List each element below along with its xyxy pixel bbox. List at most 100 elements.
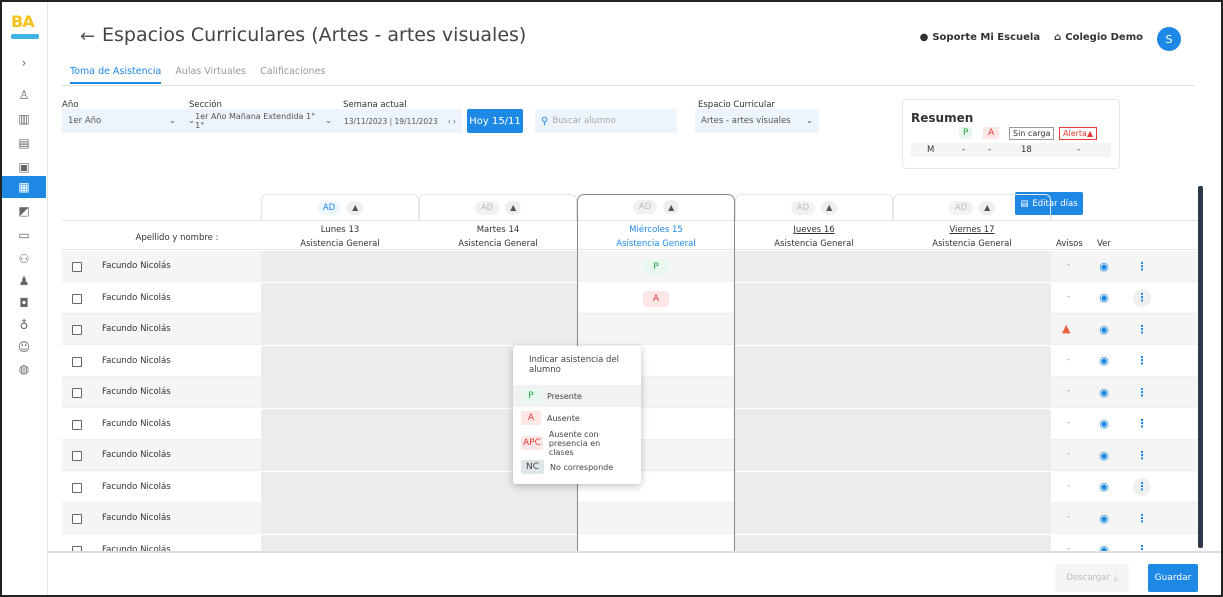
prev-week-icon[interactable]: ‹ xyxy=(448,117,451,126)
eye-icon[interactable]: ◉ xyxy=(1096,321,1112,337)
semana-select[interactable]: 13/11/2023 | 19/11/2023 ‹ › xyxy=(338,109,462,133)
row-checkbox[interactable] xyxy=(72,293,82,304)
globe-icon[interactable]: ◍ xyxy=(12,358,36,380)
clipboard-icon[interactable]: ▦ xyxy=(2,176,46,198)
stats-icon[interactable]: ▥ xyxy=(12,108,36,130)
id-card-icon[interactable]: ▣ xyxy=(12,156,36,178)
download-label: Descargar xyxy=(1066,573,1110,583)
next-week-icon[interactable]: › xyxy=(453,117,456,126)
school-link[interactable]: ⌂ Colegio Demo xyxy=(1054,32,1143,43)
apc-badge: APC xyxy=(521,436,543,450)
attendance-cell xyxy=(735,440,893,470)
ad-badge[interactable]: AD xyxy=(632,200,658,214)
eye-icon[interactable]: ◉ xyxy=(1096,479,1112,495)
back-arrow-icon[interactable]: ← xyxy=(80,26,95,47)
attendance-cell xyxy=(735,314,893,344)
more-options-icon[interactable]: ⋮ xyxy=(1133,415,1151,433)
expand-icon[interactable]: › xyxy=(12,52,36,74)
row-checkbox[interactable] xyxy=(72,356,82,367)
eye-icon[interactable]: ◉ xyxy=(1096,510,1112,526)
today-button[interactable]: Hoy 15/11 xyxy=(467,109,523,133)
lock-icon[interactable]: ▲ xyxy=(347,200,364,215)
eye-icon[interactable]: ◉ xyxy=(1096,384,1112,400)
eye-icon[interactable]: ◉ xyxy=(1096,447,1112,463)
attendance-cell xyxy=(261,503,419,533)
option-apc[interactable]: APC Ausente con presencia en clases xyxy=(513,430,641,457)
seccion-select[interactable]: ⌄ 1er Año Mañana Extendida 1° 1° ⌄ xyxy=(182,109,338,133)
ad-badge[interactable]: AD xyxy=(948,200,974,215)
attendance-cell[interactable]: P xyxy=(577,251,735,281)
warning-icon[interactable]: ▲ xyxy=(1062,322,1070,335)
ad-badge[interactable]: AD xyxy=(316,200,342,215)
eye-icon[interactable]: ◉ xyxy=(1096,290,1112,306)
chat-icon[interactable]: ▤ xyxy=(12,132,36,154)
lock-icon[interactable]: ▲ xyxy=(663,200,680,214)
anio-select[interactable]: 1er Año ⌄ xyxy=(62,109,182,133)
lock-icon[interactable]: ▲ xyxy=(821,200,838,215)
row-checkbox[interactable] xyxy=(72,325,82,335)
summary-alerta-header: Alerta▲ xyxy=(1059,127,1098,140)
user-link[interactable]: ● Soporte Mi Escuela xyxy=(920,32,1040,43)
option-ausente[interactable]: A Ausente xyxy=(513,407,641,429)
tab-calificaciones[interactable]: Calificaciones xyxy=(260,66,325,84)
attendance-cell[interactable] xyxy=(577,314,735,344)
more-options-icon[interactable]: ⋮ xyxy=(1133,320,1151,338)
ad-badge[interactable]: AD xyxy=(474,200,500,215)
more-options-icon[interactable]: ⋮ xyxy=(1133,352,1151,370)
vertical-scrollbar[interactable] xyxy=(1198,186,1203,548)
more-options-icon[interactable]: ⋮ xyxy=(1133,446,1151,464)
more-options-icon[interactable]: ⋮ xyxy=(1133,288,1151,307)
summary-a-value: - xyxy=(988,145,992,155)
logo[interactable]: BA xyxy=(11,12,39,42)
row-checkbox[interactable] xyxy=(72,388,82,398)
row-checkbox[interactable] xyxy=(72,482,82,493)
ad-badge[interactable]: AD xyxy=(790,200,816,215)
download-button[interactable]: Descargar ⤓ xyxy=(1055,564,1129,592)
message-icon[interactable]: ◩ xyxy=(12,200,36,222)
option-no-corresponde[interactable]: NC No corresponde xyxy=(513,456,641,478)
tab-aulas-virtuales[interactable]: Aulas Virtuales xyxy=(175,66,246,84)
attendance-badge[interactable]: P xyxy=(643,259,669,275)
attendance-cell[interactable] xyxy=(577,534,735,552)
day-label-viernes[interactable]: Viernes 17 xyxy=(893,225,1051,235)
robot-icon[interactable]: ☺ xyxy=(12,336,36,358)
person-icon[interactable]: ♟ xyxy=(12,270,36,292)
eye-icon[interactable]: ◉ xyxy=(1096,416,1112,432)
row-checkbox[interactable] xyxy=(72,514,82,524)
search-icon: ⚲ xyxy=(541,115,549,127)
group-icon[interactable]: ⚇ xyxy=(12,248,36,270)
attendance-dropdown: Indicar asistencia del alumno P Presente… xyxy=(513,346,641,484)
day-sub-lunes: Asistencia General xyxy=(300,239,380,249)
espacio-select[interactable]: Artes - artes visuales ⌄ xyxy=(695,109,819,133)
row-checkbox[interactable] xyxy=(72,451,82,461)
student-name: Facundo Nicolás xyxy=(102,418,171,429)
attendance-cell[interactable] xyxy=(577,503,735,533)
bag-icon[interactable]: ♁ xyxy=(12,314,36,336)
more-options-icon[interactable]: ⋮ xyxy=(1133,509,1151,527)
row-checkbox[interactable] xyxy=(72,262,82,272)
more-options-icon[interactable]: ⋮ xyxy=(1133,383,1151,401)
attendance-badge[interactable]: A xyxy=(643,290,669,307)
row-checkbox[interactable] xyxy=(72,419,82,430)
avatar[interactable]: S xyxy=(1157,27,1181,51)
save-button[interactable]: Guardar xyxy=(1148,564,1198,592)
lock-icon[interactable]: ▲ xyxy=(979,200,996,215)
more-options-icon[interactable]: ⋮ xyxy=(1133,477,1151,496)
search-input[interactable]: ⚲ Buscar alumno xyxy=(535,109,677,133)
eye-icon[interactable]: ◉ xyxy=(1096,353,1112,369)
user-icon[interactable]: ♙ xyxy=(12,84,36,106)
attendance-cell xyxy=(893,534,1051,552)
day-label-jueves[interactable]: Jueves 16 xyxy=(735,225,893,235)
option-presente[interactable]: P Presente xyxy=(513,385,641,407)
page-title: Espacios Curriculares (Artes - artes vis… xyxy=(102,24,527,46)
attendance-cell xyxy=(261,282,419,313)
attendance-cell[interactable]: A xyxy=(577,282,735,313)
student-name: Facundo Nicolás xyxy=(102,450,171,460)
more-options-icon[interactable]: ⋮ xyxy=(1133,257,1151,275)
week-nav: ‹ › xyxy=(448,117,456,126)
monitor-icon[interactable]: ▭ xyxy=(12,224,36,246)
eye-icon[interactable]: ◉ xyxy=(1096,258,1112,274)
tab-toma-de-asistencia[interactable]: Toma de Asistencia xyxy=(70,66,162,84)
briefcase-icon[interactable]: ◘ xyxy=(12,292,36,314)
lock-icon[interactable]: ▲ xyxy=(505,200,522,215)
